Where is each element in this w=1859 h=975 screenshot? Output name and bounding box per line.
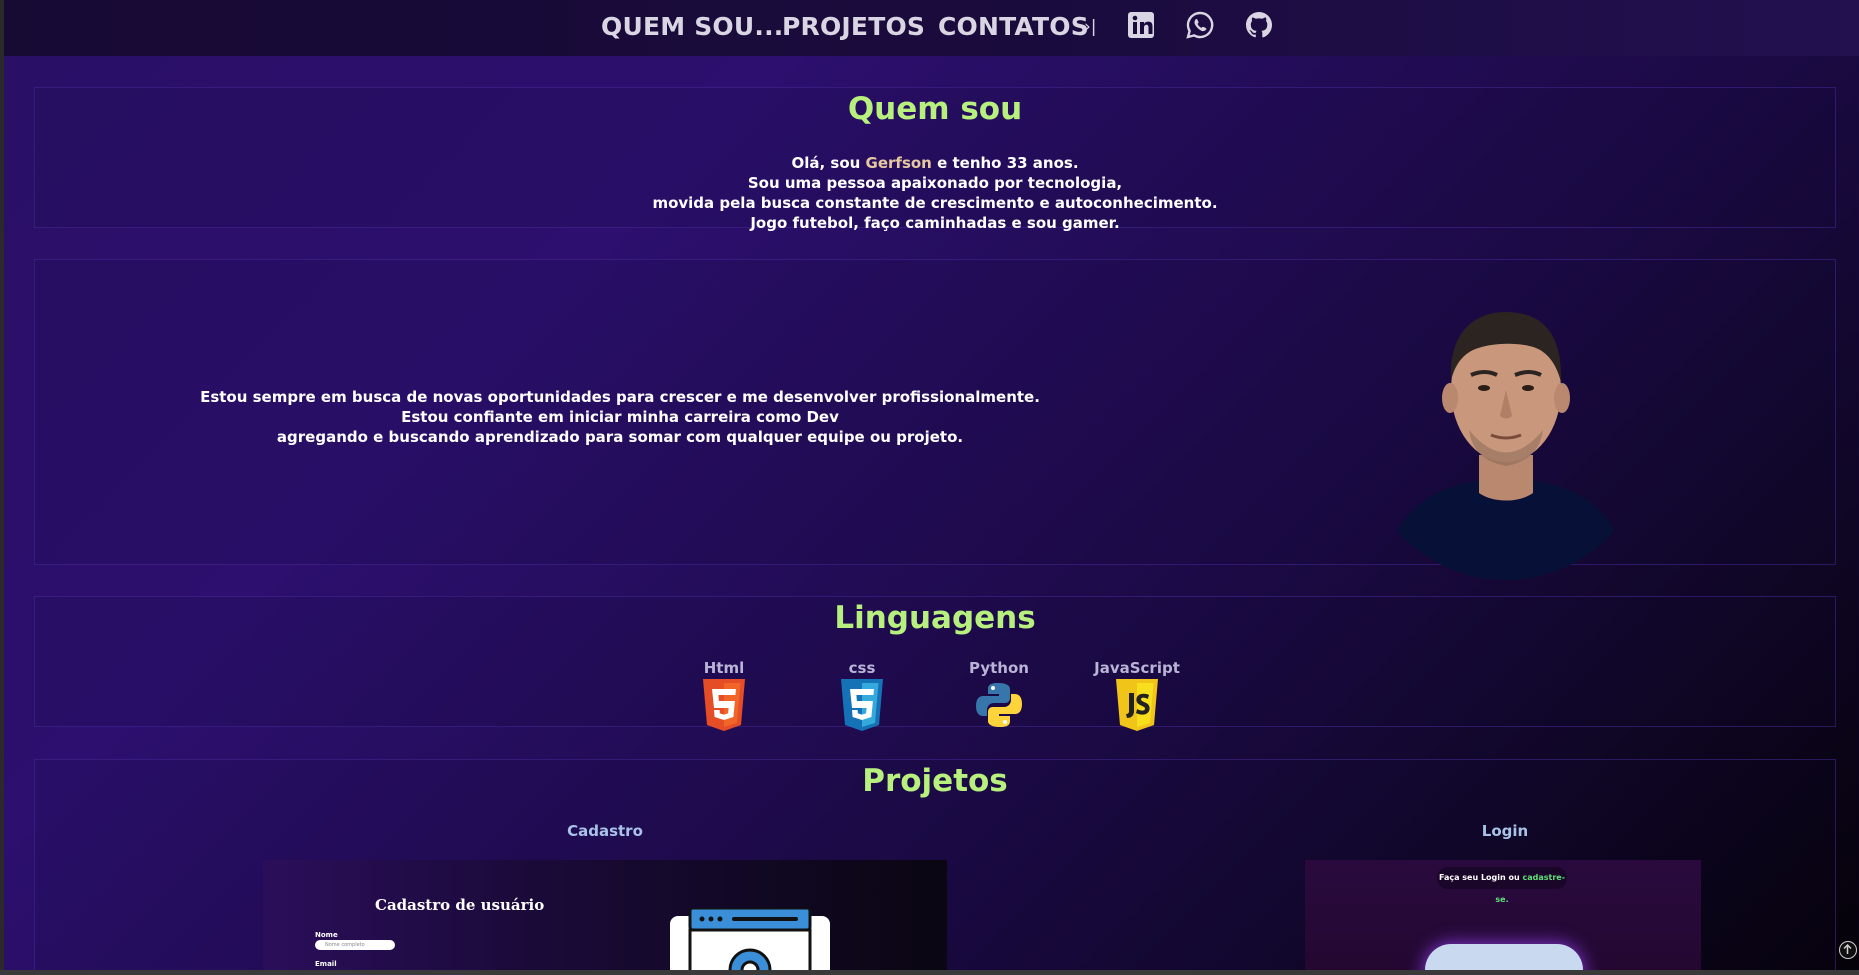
goals-line-1: Estou sempre em busca de novas oportunid…: [200, 388, 1040, 406]
linkedin-icon[interactable]: [1126, 10, 1156, 40]
about-text-block: Olá, sou Gerfson e tenho 33 anos. Sou um…: [35, 153, 1835, 233]
about-line-1-prefix: Olá, sou: [791, 154, 866, 172]
github-icon[interactable]: [1244, 10, 1274, 40]
projects-section: Projetos Cadastro Login Cadastro de usuá…: [34, 759, 1836, 975]
language-javascript-label: JavaScript: [1094, 659, 1180, 677]
arrow-up-icon: [1843, 943, 1852, 954]
languages-section: Linguagens Html css Python JavaScript: [34, 596, 1836, 731]
project-login-label[interactable]: Login: [1445, 822, 1565, 840]
login-thumb-pill-text: Faça seu Login ou: [1438, 873, 1523, 882]
about-line-1-suffix: e tenho 33 anos.: [931, 154, 1079, 172]
about-line-4: Jogo futebol, faço caminhadas e sou game…: [750, 214, 1120, 232]
nav-link-quem-sou[interactable]: QUEM SOU...: [601, 12, 783, 41]
languages-title: Linguagens: [834, 600, 1036, 636]
about-line-3: movida pela busca constante de crescimen…: [652, 194, 1218, 212]
language-python: Python: [949, 659, 1049, 731]
about-name: Gerfson: [865, 154, 932, 172]
cadastro-illustration-icon: [670, 908, 830, 975]
nav-link-projetos[interactable]: PROJETOS: [782, 12, 925, 41]
cadastro-thumb-nome-input: Nome completo: [315, 940, 395, 950]
nav-link-contatos[interactable]: CONTATOS: [938, 12, 1089, 41]
window-bottom-border: [0, 970, 1859, 975]
about-line-2: Sou uma pessoa apaixonado por tecnologia…: [747, 174, 1123, 192]
project-login-thumbnail[interactable]: Faça seu Login ou cadastre-se.: [1305, 860, 1701, 975]
language-css-label: css: [848, 659, 876, 677]
goals-line-3: agregando e buscando aprendizado para so…: [276, 428, 964, 446]
about-section: Quem sou Olá, sou Gerfson e tenho 33 ano…: [34, 87, 1836, 232]
javascript-icon: [1116, 679, 1158, 731]
scroll-to-top-button[interactable]: [1839, 941, 1857, 959]
login-thumb-pill: Faça seu Login ou cadastre-se.: [1437, 867, 1567, 904]
html5-icon: [703, 679, 745, 731]
nav-arrow-indicator: ›|: [1084, 17, 1097, 37]
goals-section: Estou sempre em busca de novas oportunid…: [34, 259, 1836, 580]
python-icon: [976, 683, 1022, 727]
language-html-label: Html: [703, 659, 745, 677]
language-html: Html: [674, 659, 774, 731]
about-title: Quem sou: [847, 91, 1023, 127]
cadastro-thumb-nome-label: Nome: [315, 931, 338, 939]
language-css: css: [812, 659, 912, 731]
whatsapp-icon[interactable]: [1185, 10, 1215, 40]
language-python-label: Python: [969, 659, 1029, 677]
cadastro-thumb-title: Cadastro de usuário: [375, 896, 545, 914]
window-left-border: [0, 0, 4, 975]
goals-text-block: Estou sempre em busca de novas oportunid…: [185, 387, 1055, 447]
language-javascript: JavaScript: [1087, 659, 1187, 731]
profile-photo: [1381, 312, 1631, 580]
css3-icon: [841, 679, 883, 731]
projects-title: Projetos: [862, 763, 1008, 799]
top-navbar: QUEM SOU... PROJETOS CONTATOS ›|: [4, 0, 1859, 56]
project-cadastro-thumbnail[interactable]: Cadastro de usuário Nome Nome completo E…: [263, 860, 947, 975]
about-line-1: Olá, sou Gerfson e tenho 33 anos.: [35, 153, 1835, 173]
goals-line-2: Estou confiante em iniciar minha carreir…: [401, 408, 839, 426]
project-cadastro-label[interactable]: Cadastro: [545, 822, 665, 840]
cadastro-thumb-email-label: Email: [315, 960, 337, 968]
